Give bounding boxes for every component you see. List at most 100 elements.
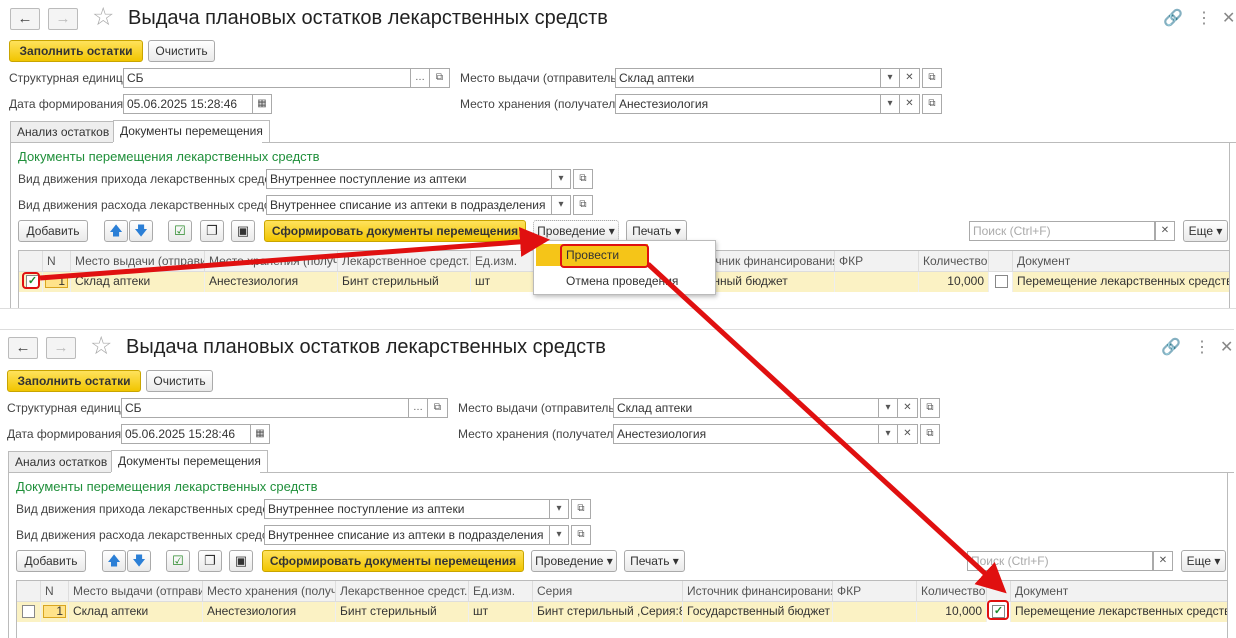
table-cell[interactable]: Анестезиология xyxy=(205,272,338,292)
open-icon[interactable]: ⧉ xyxy=(571,499,591,519)
column-header[interactable] xyxy=(19,251,43,272)
dropdown-icon[interactable]: ▾ xyxy=(880,68,900,88)
receiver-field[interactable]: Анестезиология xyxy=(615,94,881,114)
column-header[interactable]: Ед.изм. xyxy=(469,581,533,602)
back-button[interactable]: ← xyxy=(8,337,38,359)
print-dropdown-button[interactable]: Печать ▾ xyxy=(624,550,685,572)
tab-documents[interactable]: Документы перемещения xyxy=(113,120,270,142)
row-select-checkbox[interactable] xyxy=(22,605,35,618)
table-cell[interactable] xyxy=(833,602,917,622)
clear-button[interactable]: Очистить xyxy=(146,370,213,392)
dropdown-icon[interactable]: ▾ xyxy=(880,94,900,114)
column-header[interactable]: N xyxy=(43,251,71,272)
clear-icon[interactable]: ✕ xyxy=(898,424,918,444)
move-down-icon[interactable]: 🡇 xyxy=(129,220,153,242)
menu-item-unpost[interactable]: Отмена проведения xyxy=(536,270,714,292)
column-header[interactable]: ФКР xyxy=(833,581,917,602)
open-icon[interactable]: ⧉ xyxy=(573,169,593,189)
outgoing-field[interactable]: Внутреннее списание из аптеки в подразде… xyxy=(266,195,552,215)
close-icon[interactable]: ✕ xyxy=(1222,8,1235,28)
table-cell[interactable]: Бинт стерильный ,Серия:8... xyxy=(533,602,683,622)
move-down-icon[interactable]: 🡇 xyxy=(127,550,151,572)
dropdown-icon[interactable]: ▾ xyxy=(878,398,898,418)
table-cell[interactable]: шт xyxy=(469,602,533,622)
date-field[interactable]: 05.06.2025 15:28:46 xyxy=(123,94,253,114)
column-header[interactable]: Количество xyxy=(917,581,987,602)
column-header[interactable]: ФКР xyxy=(835,251,919,272)
clear-icon[interactable]: ✕ xyxy=(898,398,918,418)
table-cell[interactable]: Перемещение лекарственных средств СБ xyxy=(1013,272,1229,292)
open-icon[interactable]: ⧉ xyxy=(428,398,448,418)
back-button[interactable]: ← xyxy=(10,8,40,30)
dropdown-icon[interactable]: ▾ xyxy=(549,499,569,519)
generate-documents-button[interactable]: Сформировать документы перемещения xyxy=(264,220,526,242)
search-input[interactable]: Поиск (Ctrl+F) xyxy=(969,221,1155,241)
select-button[interactable]: … xyxy=(408,398,428,418)
more-vertical-icon[interactable]: ⋮ xyxy=(1194,337,1210,357)
sender-field[interactable]: Склад аптеки xyxy=(613,398,879,418)
calendar-icon[interactable]: ▦ xyxy=(252,94,272,114)
open-icon[interactable]: ⧉ xyxy=(571,525,591,545)
check-all-icon[interactable]: ☑ xyxy=(168,220,192,242)
posting-dropdown-button[interactable]: Проведение ▾ xyxy=(533,220,619,242)
tab-documents[interactable]: Документы перемещения xyxy=(111,450,268,472)
column-header[interactable]: Место хранения (получ... xyxy=(205,251,338,272)
dropdown-icon[interactable]: ▾ xyxy=(551,169,571,189)
fill-remains-button[interactable]: Заполнить остатки xyxy=(9,40,143,62)
clear-button[interactable]: Очистить xyxy=(148,40,215,62)
fill-remains-button[interactable]: Заполнить остатки xyxy=(7,370,141,392)
close-icon[interactable]: ✕ xyxy=(1220,337,1233,357)
column-header[interactable]: Количество xyxy=(919,251,989,272)
column-header[interactable]: Место хранения (получ... xyxy=(203,581,336,602)
column-header[interactable] xyxy=(987,581,1011,602)
more-vertical-icon[interactable]: ⋮ xyxy=(1196,8,1212,28)
open-icon[interactable]: ⧉ xyxy=(573,195,593,215)
column-header[interactable]: Ед.изм. xyxy=(471,251,535,272)
table-cell[interactable]: шт xyxy=(471,272,535,292)
clear-icon[interactable]: ✕ xyxy=(900,94,920,114)
open-icon[interactable]: ⧉ xyxy=(922,94,942,114)
posting-dropdown-button[interactable]: Проведение ▾ xyxy=(531,550,617,572)
tab-analysis[interactable]: Анализ остатков xyxy=(8,451,115,472)
more-button[interactable]: Еще ▾ xyxy=(1181,550,1226,572)
clear-icon[interactable]: ✕ xyxy=(900,68,920,88)
select-button[interactable]: … xyxy=(410,68,430,88)
copy-icon[interactable]: ❐ xyxy=(198,550,222,572)
table-cell[interactable]: Анестезиология xyxy=(203,602,336,622)
open-icon[interactable]: ⧉ xyxy=(922,68,942,88)
favorite-star-icon[interactable]: ☆ xyxy=(92,5,114,30)
incoming-field[interactable]: Внутреннее поступление из аптеки xyxy=(266,169,552,189)
column-header[interactable] xyxy=(989,251,1013,272)
tab-analysis[interactable]: Анализ остатков xyxy=(10,121,117,142)
table-cell[interactable]: Перемещение лекарственных средств СБ xyxy=(1011,602,1227,622)
generate-documents-button[interactable]: Сформировать документы перемещения xyxy=(262,550,524,572)
open-icon[interactable]: ⧉ xyxy=(920,424,940,444)
table-cell[interactable]: Бинт стерильный xyxy=(336,602,469,622)
open-icon[interactable]: ⧉ xyxy=(920,398,940,418)
calendar-icon[interactable]: ▦ xyxy=(250,424,270,444)
forward-button[interactable]: → xyxy=(48,8,78,30)
more-button[interactable]: Еще ▾ xyxy=(1183,220,1228,242)
column-header[interactable]: Источник финансирования xyxy=(683,581,833,602)
date-field[interactable]: 05.06.2025 15:28:46 xyxy=(121,424,251,444)
outgoing-field[interactable]: Внутреннее списание из аптеки в подразде… xyxy=(264,525,550,545)
table-cell[interactable]: Государственный бюджет xyxy=(683,602,833,622)
add-button[interactable]: Добавить xyxy=(16,550,86,572)
print-dropdown-button[interactable]: Печать ▾ xyxy=(626,220,687,242)
incoming-field[interactable]: Внутреннее поступление из аптеки xyxy=(264,499,550,519)
move-up-icon[interactable]: 🡅 xyxy=(104,220,128,242)
column-header[interactable]: Серия xyxy=(533,581,683,602)
table-cell[interactable]: 10,000 xyxy=(917,602,987,622)
posted-checkbox[interactable] xyxy=(995,275,1008,288)
dropdown-icon[interactable]: ▾ xyxy=(551,195,571,215)
link-icon[interactable]: 🔗 xyxy=(1161,337,1181,357)
open-icon[interactable]: ⧉ xyxy=(430,68,450,88)
link-icon[interactable]: 🔗 xyxy=(1163,8,1183,28)
clear-search-icon[interactable]: ✕ xyxy=(1153,551,1173,571)
receiver-field[interactable]: Анестезиология xyxy=(613,424,879,444)
column-header[interactable]: Лекарственное средст... xyxy=(336,581,469,602)
table-cell[interactable]: 10,000 xyxy=(919,272,989,292)
add-button[interactable]: Добавить xyxy=(18,220,88,242)
column-header[interactable]: Документ xyxy=(1011,581,1227,602)
table-cell[interactable] xyxy=(835,272,919,292)
